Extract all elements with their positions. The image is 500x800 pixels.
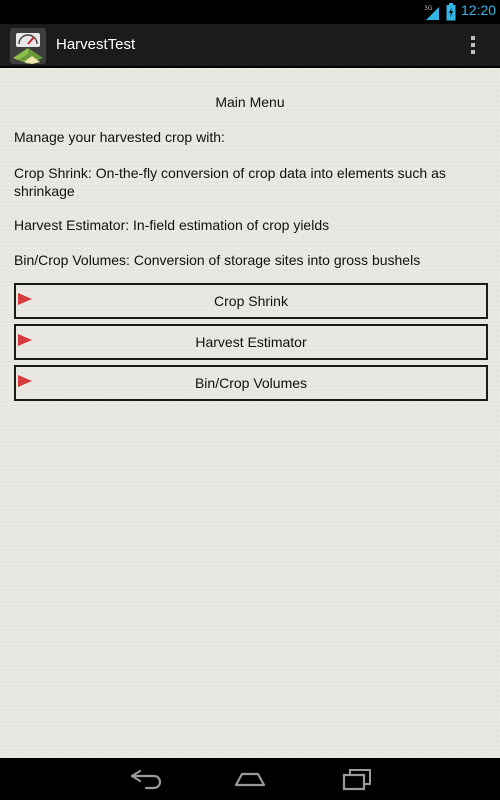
- network-type-label: 3G: [424, 5, 433, 12]
- crop-shrink-button[interactable]: Crop Shrink: [14, 283, 488, 319]
- overflow-dot: [471, 36, 475, 40]
- crop-shrink-button-label: Crop Shrink: [214, 293, 288, 309]
- action-bar: HarvestTest: [0, 24, 500, 68]
- bin-crop-volumes-button[interactable]: Bin/Crop Volumes: [14, 365, 488, 401]
- bin-crop-volumes-description: Bin/Crop Volumes: Conversion of storage …: [14, 252, 421, 268]
- page-title: Main Menu: [215, 94, 285, 110]
- crop-shrink-description: Crop Shrink: On-the-fly conversion of cr…: [14, 165, 446, 199]
- harvest-estimator-button-label: Harvest Estimator: [195, 334, 307, 350]
- signal-icon: 3G: [424, 5, 439, 20]
- recents-icon[interactable]: [336, 766, 376, 792]
- main-content: Main Menu Manage your harvested crop wit…: [0, 68, 500, 758]
- back-icon[interactable]: [124, 766, 164, 792]
- overflow-dot: [471, 50, 475, 54]
- harvest-estimator-description: Harvest Estimator: In-field estimation o…: [14, 217, 330, 233]
- battery-icon: [446, 3, 456, 21]
- app-title: HarvestTest: [56, 36, 136, 53]
- home-icon[interactable]: [230, 766, 270, 792]
- bin-crop-volumes-button-label: Bin/Crop Volumes: [194, 375, 308, 391]
- screen: 3G 12:20 HarvestTest Main Menu Manage yo…: [0, 0, 500, 800]
- overflow-dot: [471, 43, 475, 47]
- overflow-menu-icon[interactable]: [462, 30, 484, 60]
- harvest-estimator-button[interactable]: Harvest Estimator: [14, 324, 488, 360]
- status-bar: 3G 12:20: [0, 0, 500, 24]
- app-icon[interactable]: [10, 28, 46, 64]
- intro-text: Manage your harvested crop with:: [14, 129, 225, 145]
- navigation-bar: [0, 758, 500, 800]
- clock: 12:20: [461, 2, 497, 18]
